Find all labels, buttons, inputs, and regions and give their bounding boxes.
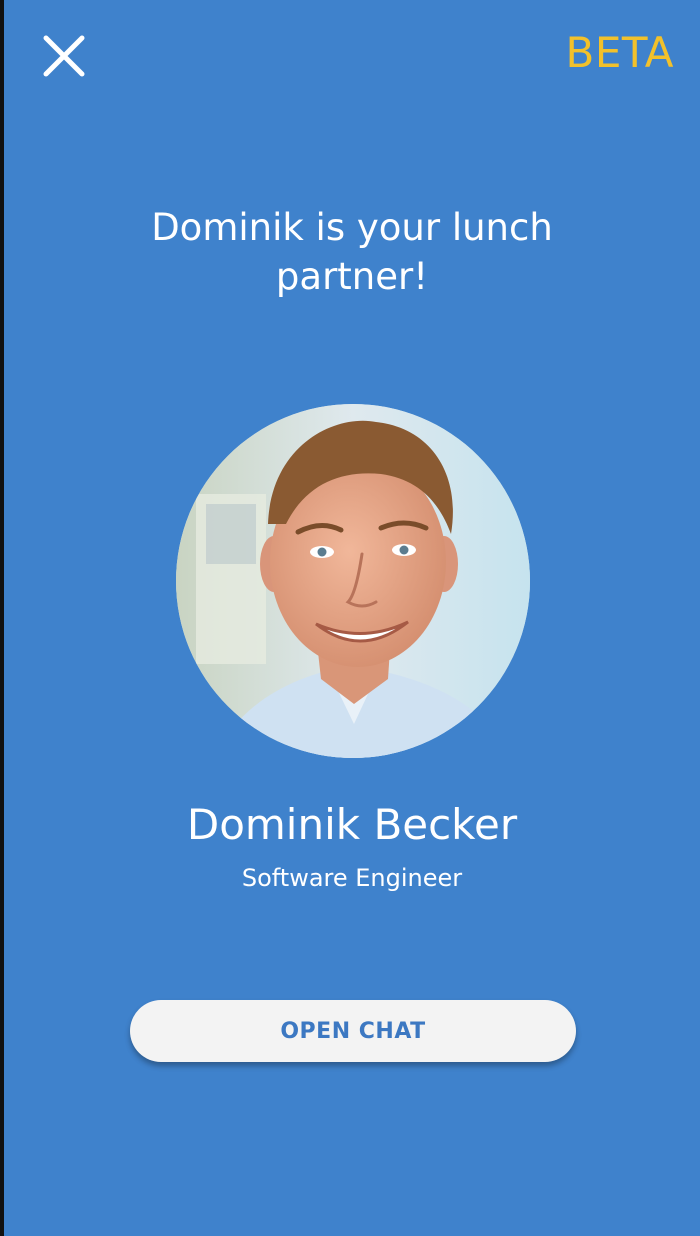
open-chat-button[interactable]: OPEN CHAT	[130, 1000, 576, 1062]
beta-badge: BETA	[565, 28, 674, 77]
close-icon	[43, 35, 85, 77]
close-button[interactable]	[40, 32, 88, 80]
avatar	[176, 404, 530, 758]
profile-role: Software Engineer	[241, 864, 463, 892]
profile-name: Dominik Becker	[186, 800, 518, 849]
match-headline: Dominik is your lunch partner!	[151, 206, 553, 298]
lunch-match-screen: BETA Dominik is your lunch partner! Domi…	[4, 0, 700, 1236]
profile-photo	[176, 404, 530, 758]
